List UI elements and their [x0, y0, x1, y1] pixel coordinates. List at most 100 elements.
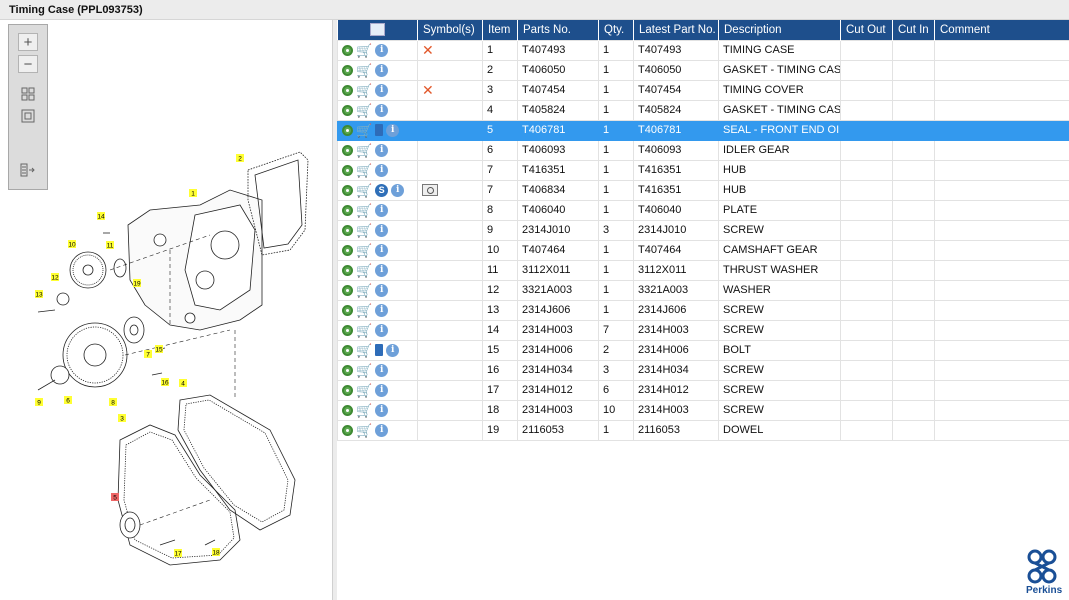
gear-icon[interactable] — [342, 224, 353, 236]
cart-icon[interactable]: 🛒 — [356, 304, 372, 317]
info-icon[interactable]: i — [375, 403, 389, 417]
cart-icon[interactable]: 🛒 — [356, 144, 372, 157]
info-icon[interactable]: i — [375, 103, 389, 117]
search-parts-icon[interactable] — [369, 23, 385, 37]
table-row[interactable]: 🛒 i 2 T406050 1 T406050 GASKET - TIMING CASE — [337, 59, 1069, 81]
col-item-header[interactable]: Item — [482, 20, 518, 40]
table-row[interactable]: 🛒 i 8 T406040 1 T406040 PLATE — [337, 199, 1069, 221]
callout-18[interactable]: 18 — [212, 548, 220, 557]
cart-icon[interactable]: 🛒 — [356, 404, 372, 417]
gear-icon[interactable] — [342, 204, 353, 216]
gear-icon[interactable] — [342, 144, 353, 156]
callout-17[interactable]: 17 — [174, 549, 182, 558]
cart-icon[interactable]: 🛒 — [356, 244, 372, 257]
cart-icon[interactable]: 🛒 — [356, 364, 372, 377]
cart-icon[interactable]: 🛒 — [356, 264, 372, 277]
col-qty-header[interactable]: Qty. — [598, 20, 634, 40]
table-row[interactable]: 🛒 i 16 2314H034 3 2314H034 SCREW — [337, 359, 1069, 381]
cart-icon[interactable]: 🛒 — [356, 384, 372, 397]
cart-icon[interactable]: 🛒 — [356, 104, 372, 117]
callout-3[interactable]: 3 — [118, 414, 126, 423]
cart-icon[interactable]: 🛒 — [356, 284, 372, 297]
info-icon[interactable]: i — [375, 323, 389, 337]
callout-13[interactable]: 13 — [35, 290, 43, 299]
table-row[interactable]: 🛒 i 7 T416351 1 T416351 HUB — [337, 159, 1069, 181]
gear-icon[interactable] — [342, 364, 353, 376]
col-symbols-header[interactable]: Symbol(s) — [417, 20, 483, 40]
callout-19[interactable]: 19 — [133, 279, 141, 288]
cart-icon[interactable]: 🛒 — [356, 44, 372, 57]
col-cut-in-header[interactable]: Cut In — [892, 20, 935, 40]
info-icon[interactable]: i — [375, 43, 389, 57]
callout-5[interactable]: 5 — [111, 493, 119, 502]
info-icon[interactable]: i — [375, 83, 389, 97]
table-row[interactable]: 🛒 i 6 T406093 1 T406093 IDLER GEAR — [337, 139, 1069, 161]
zoom-out-icon[interactable]: − — [18, 55, 38, 73]
callout-6[interactable]: 6 — [64, 396, 72, 405]
table-row[interactable]: 🛒 i 9 2314J010 3 2314J010 SCREW — [337, 219, 1069, 241]
table-row[interactable]: 🛒 i 15 2314H006 2 2314H006 BOLT — [337, 339, 1069, 361]
zoom-document-icon[interactable] — [422, 184, 438, 197]
table-row[interactable]: 🛒 Si 7 T406834 1 T416351 HUB — [337, 179, 1069, 201]
callout-11[interactable]: 11 — [106, 241, 114, 250]
callout-8[interactable]: 8 — [109, 398, 117, 407]
table-row[interactable]: 🛒 i 13 2314J606 1 2314J606 SCREW — [337, 299, 1069, 321]
cart-icon[interactable]: 🛒 — [356, 64, 372, 77]
callout-9[interactable]: 9 — [35, 398, 43, 407]
service-icon[interactable]: S — [375, 183, 389, 197]
gear-icon[interactable] — [342, 284, 353, 296]
gear-icon[interactable] — [342, 184, 353, 196]
cart-icon[interactable]: 🛒 — [356, 344, 372, 357]
cart-icon[interactable]: 🛒 — [356, 84, 372, 97]
gear-icon[interactable] — [342, 84, 353, 96]
callout-1[interactable]: 1 — [189, 189, 197, 198]
info-icon[interactable]: i — [375, 423, 389, 437]
gear-icon[interactable] — [342, 44, 353, 56]
callout-15[interactable]: 15 — [155, 345, 163, 354]
info-icon[interactable]: i — [375, 143, 389, 157]
table-row[interactable]: 🛒 i 5 T406781 1 T406781 SEAL - FRONT END OIL — [337, 119, 1069, 141]
gear-icon[interactable] — [342, 304, 353, 316]
cart-icon[interactable]: 🛒 — [356, 204, 372, 217]
gear-icon[interactable] — [342, 124, 353, 136]
info-icon[interactable]: i — [375, 263, 389, 277]
callout-12[interactable]: 12 — [51, 273, 59, 282]
gear-icon[interactable] — [342, 424, 353, 436]
table-row[interactable]: 🛒 i 19 2116053 1 2116053 DOWEL — [337, 419, 1069, 441]
col-latest-part-no-header[interactable]: Latest Part No. — [633, 20, 719, 40]
gear-icon[interactable] — [342, 104, 353, 116]
info-icon[interactable]: i — [375, 63, 389, 77]
cart-icon[interactable]: 🛒 — [356, 124, 372, 137]
table-row[interactable]: 🛒 i 17 2314H012 6 2314H012 SCREW — [337, 379, 1069, 401]
callout-10[interactable]: 10 — [68, 240, 76, 249]
callout-2[interactable]: 2 — [236, 154, 244, 163]
fit-view-icon[interactable] — [18, 85, 38, 103]
table-row[interactable]: 🛒 i 12 3321A003 1 3321A003 WASHER — [337, 279, 1069, 301]
book-icon[interactable] — [375, 344, 384, 356]
info-icon[interactable]: i — [375, 163, 389, 177]
info-icon[interactable]: i — [375, 363, 389, 377]
callout-7[interactable]: 7 — [144, 350, 152, 359]
info-icon[interactable]: i — [386, 343, 400, 357]
table-row[interactable]: 🛒 i 11 3112X011 1 3112X011 THRUST WASHER — [337, 259, 1069, 281]
table-row[interactable]: 🛒 i 14 2314H003 7 2314H003 SCREW — [337, 319, 1069, 341]
book-icon[interactable] — [375, 124, 384, 136]
table-row[interactable]: 🛒 i 10 T407464 1 T407464 CAMSHAFT GEAR — [337, 239, 1069, 261]
gear-icon[interactable] — [342, 344, 353, 356]
cart-icon[interactable]: 🛒 — [356, 424, 372, 437]
info-icon[interactable]: i — [375, 283, 389, 297]
cart-icon[interactable]: 🛒 — [356, 184, 372, 197]
callout-14[interactable]: 14 — [97, 212, 105, 221]
callout-16[interactable]: 16 — [161, 378, 169, 387]
col-comment-header[interactable]: Comment — [934, 20, 1069, 40]
col-description-header[interactable]: Description — [718, 20, 841, 40]
info-icon[interactable]: i — [375, 383, 389, 397]
gear-icon[interactable] — [342, 384, 353, 396]
table-row[interactable]: 🛒i4T4058241T405824GASKET - TIMING CASE C — [337, 99, 1069, 121]
info-icon[interactable]: i — [391, 183, 405, 197]
col-parts-no-header[interactable]: Parts No. — [517, 20, 599, 40]
cart-icon[interactable]: 🛒 — [356, 324, 372, 337]
cart-icon[interactable]: 🛒 — [356, 164, 372, 177]
callout-4[interactable]: 4 — [179, 379, 187, 388]
cart-icon[interactable]: 🛒 — [356, 224, 372, 237]
